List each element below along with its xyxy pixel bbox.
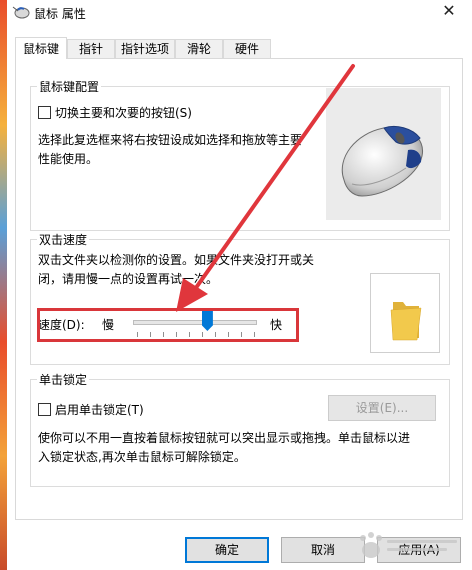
speed-highlight-box	[37, 308, 299, 342]
description-line: 双击文件夹以检测你的设置。如果文件夹没打开或关	[38, 253, 315, 267]
button-config-title: 鼠标键配置	[37, 78, 102, 95]
mouse-properties-dialog: 鼠标 属性 ✕ 鼠标键 指针 指针选项 滑轮 硬件 鼠标键配置 切换主要和次要的…	[7, 0, 472, 570]
swap-buttons-description: 选择此复选框来将右按钮设成如选择和拖放等主要 性能使用。	[38, 131, 302, 169]
tab-panel-buttons: 鼠标键配置 切换主要和次要的按钮(S) 选择此复选框来将右按钮设成如选择和拖放等…	[15, 58, 463, 520]
mouse-app-icon	[12, 6, 30, 19]
click-lock-title: 单击锁定	[37, 371, 90, 388]
click-lock-settings-button[interactable]: 设置(E)...	[328, 395, 436, 421]
tab-wheel[interactable]: 滑轮	[175, 39, 223, 58]
checkbox-box[interactable]	[38, 106, 51, 119]
apply-button[interactable]: 应用(A)	[377, 537, 461, 563]
mouse-illustration	[326, 88, 441, 220]
close-button[interactable]: ✕	[432, 0, 466, 24]
swap-buttons-label: 切换主要和次要的按钮(S)	[55, 106, 192, 120]
cancel-button[interactable]: 取消	[281, 537, 365, 563]
close-icon: ✕	[442, 1, 456, 20]
window-title: 鼠标 属性	[34, 7, 86, 21]
tab-pointer-options[interactable]: 指针选项	[115, 39, 175, 58]
checkbox-box[interactable]	[38, 403, 51, 416]
swap-buttons-checkbox[interactable]: 切换主要和次要的按钮(S)	[38, 104, 192, 121]
description-line: 闭，请用慢一点的设置再试一次。	[38, 272, 219, 286]
double-click-description: 双击文件夹以检测你的设置。如果文件夹没打开或关 闭，请用慢一点的设置再试一次。	[38, 251, 314, 289]
double-click-title: 双击速度	[37, 231, 90, 248]
folder-icon[interactable]	[371, 274, 441, 354]
description-line: 入锁定状态,再次单击鼠标可解除锁定。	[38, 450, 246, 464]
ok-button[interactable]: 确定	[185, 537, 269, 563]
test-folder-area[interactable]	[370, 273, 440, 353]
description-line: 使你可以不用一直按着鼠标按钮就可以突出显示或拖拽。单击鼠标以进	[38, 431, 411, 445]
background-desktop-strip	[0, 0, 7, 570]
description-line: 选择此复选框来将右按钮设成如选择和拖放等主要	[38, 133, 303, 147]
click-lock-checkbox[interactable]: 启用单击锁定(T)	[38, 401, 144, 418]
description-line: 性能使用。	[38, 152, 99, 166]
mouse-image-icon	[341, 125, 424, 197]
tab-hardware[interactable]: 硬件	[223, 39, 271, 58]
title-bar: 鼠标 属性 ✕	[7, 0, 472, 26]
click-lock-description: 使你可以不用一直按着鼠标按钮就可以突出显示或拖拽。单击鼠标以进 入锁定状态,再次…	[38, 429, 410, 467]
click-lock-label: 启用单击锁定(T)	[55, 403, 144, 417]
tab-pointers[interactable]: 指针	[67, 39, 115, 58]
tab-buttons[interactable]: 鼠标键	[15, 37, 67, 59]
